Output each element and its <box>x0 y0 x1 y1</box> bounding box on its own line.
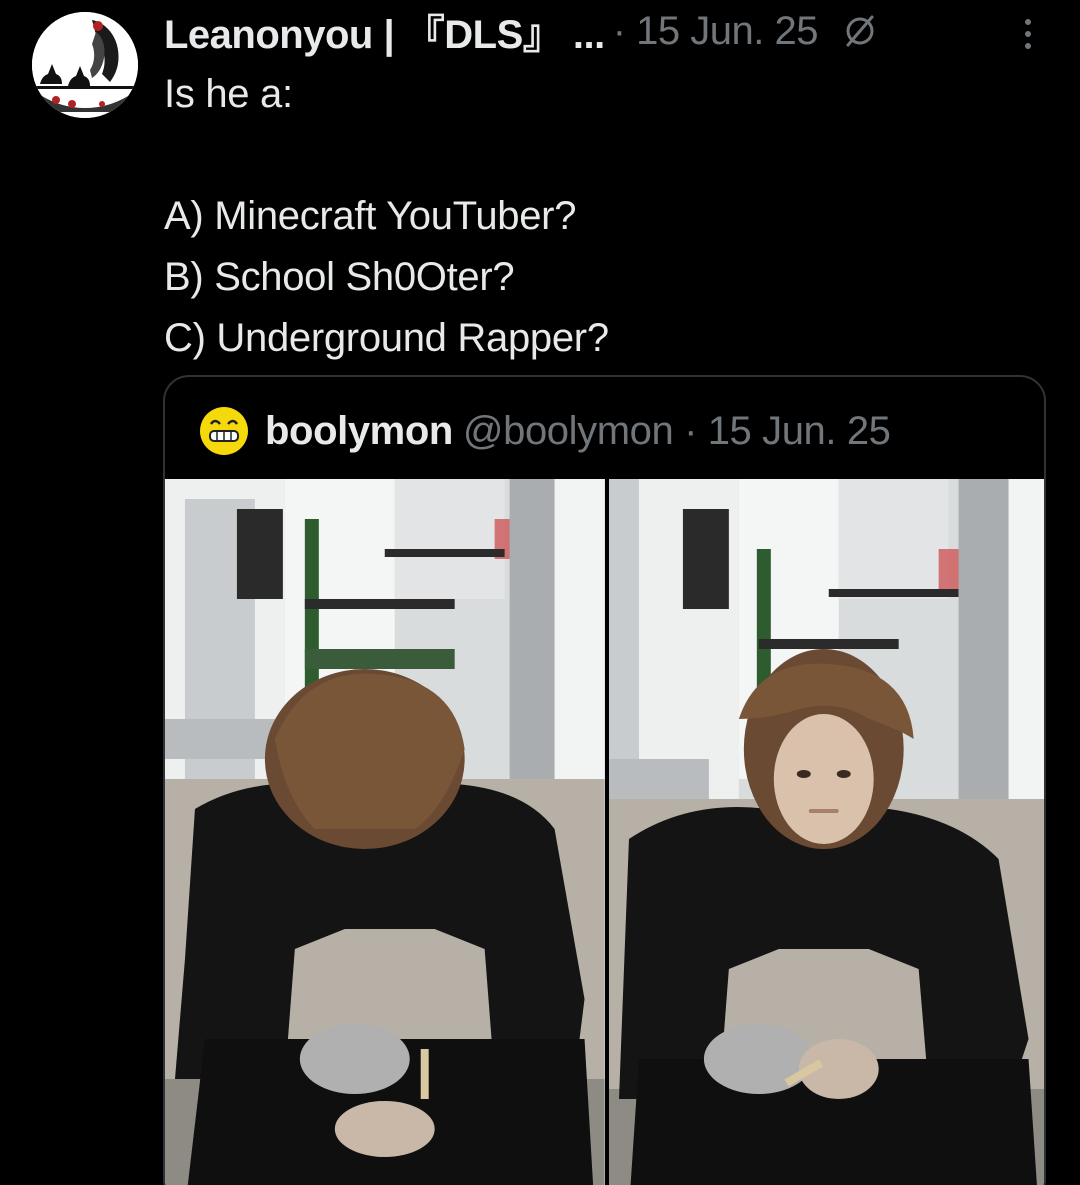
photo-left-image <box>165 479 605 1185</box>
tweet-text-line: A) Minecraft YouTuber? <box>164 194 577 238</box>
tweet-text-line <box>164 125 1044 186</box>
tweet-timestamp[interactable]: · 15 Jun. 25 <box>613 9 819 54</box>
quoted-author-handle-timestamp[interactable]: @boolymon · 15 Jun. 25 <box>463 409 891 454</box>
tweet-text-line: B) School Sh0Oter? <box>164 255 515 299</box>
more-vertical-icon[interactable] <box>1024 18 1032 50</box>
photo-right-image <box>608 479 1044 1185</box>
quoted-tweet[interactable]: boolymon @boolymon · 15 Jun. 25 <box>163 375 1046 1185</box>
author-avatar-art <box>32 12 138 118</box>
tweet-header: Leanonyou | 『DLS』 ... · 15 Jun. 25 <box>164 6 1060 57</box>
quoted-author-name[interactable]: boolymon <box>265 409 453 454</box>
author-avatar[interactable] <box>32 12 138 118</box>
quoted-media <box>165 479 1044 1185</box>
yellow-face-icon[interactable] <box>199 406 249 456</box>
photo-right[interactable] <box>608 479 1044 1185</box>
photo-left[interactable] <box>165 479 605 1185</box>
tweet[interactable]: Leanonyou | 『DLS』 ... · 15 Jun. 25 Is he… <box>0 0 1080 1185</box>
tweet-text-line: C) Underground Rapper? <box>164 316 609 360</box>
tweet-text: Is he a: A) Minecraft YouTuber? B) Schoo… <box>164 64 1044 369</box>
quoted-tweet-header: boolymon @boolymon · 15 Jun. 25 <box>199 401 891 461</box>
tweet-text-line: Is he a: <box>164 72 293 116</box>
null-set-icon <box>846 15 874 47</box>
author-display-name[interactable]: Leanonyou | 『DLS』 ... <box>164 2 605 60</box>
